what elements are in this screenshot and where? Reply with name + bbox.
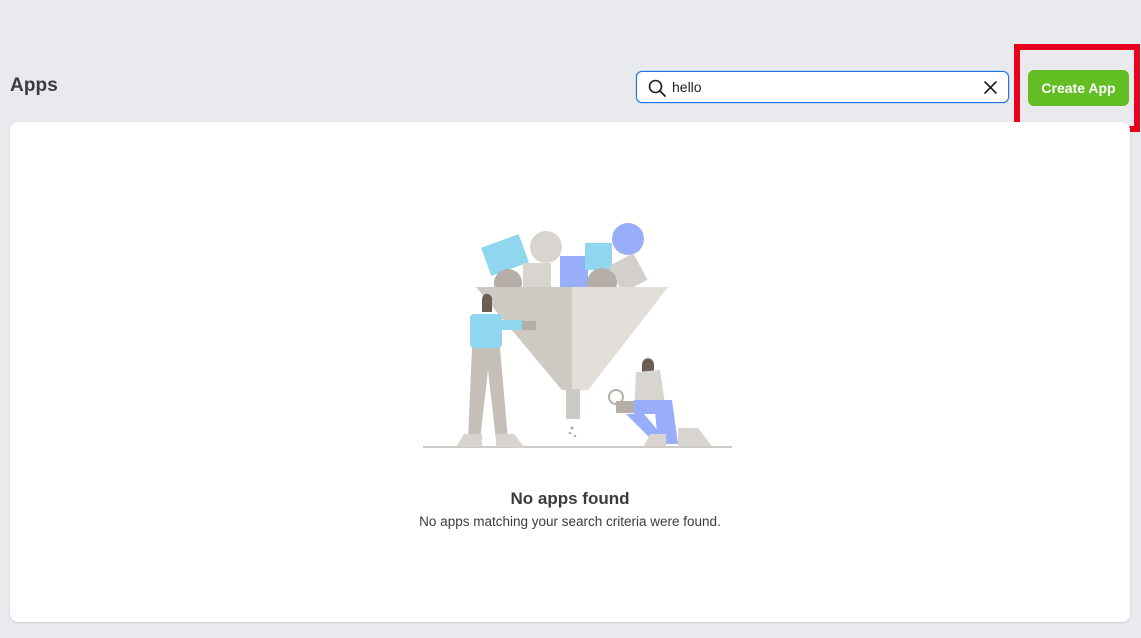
- funnel-illustration: [423, 223, 732, 448]
- apps-page: Apps Create App: [0, 0, 1141, 638]
- empty-state-title: No apps found: [510, 489, 630, 508]
- page-title: Apps: [10, 75, 58, 96]
- content-card: No apps found No apps matching your sear…: [10, 122, 1130, 622]
- create-app-button[interactable]: Create App: [1028, 70, 1129, 106]
- search-field[interactable]: [636, 71, 1009, 103]
- search-icon: [648, 79, 666, 97]
- search-input[interactable]: [672, 76, 972, 98]
- close-icon[interactable]: [982, 79, 999, 96]
- empty-state-message: No apps matching your search criteria we…: [419, 514, 721, 529]
